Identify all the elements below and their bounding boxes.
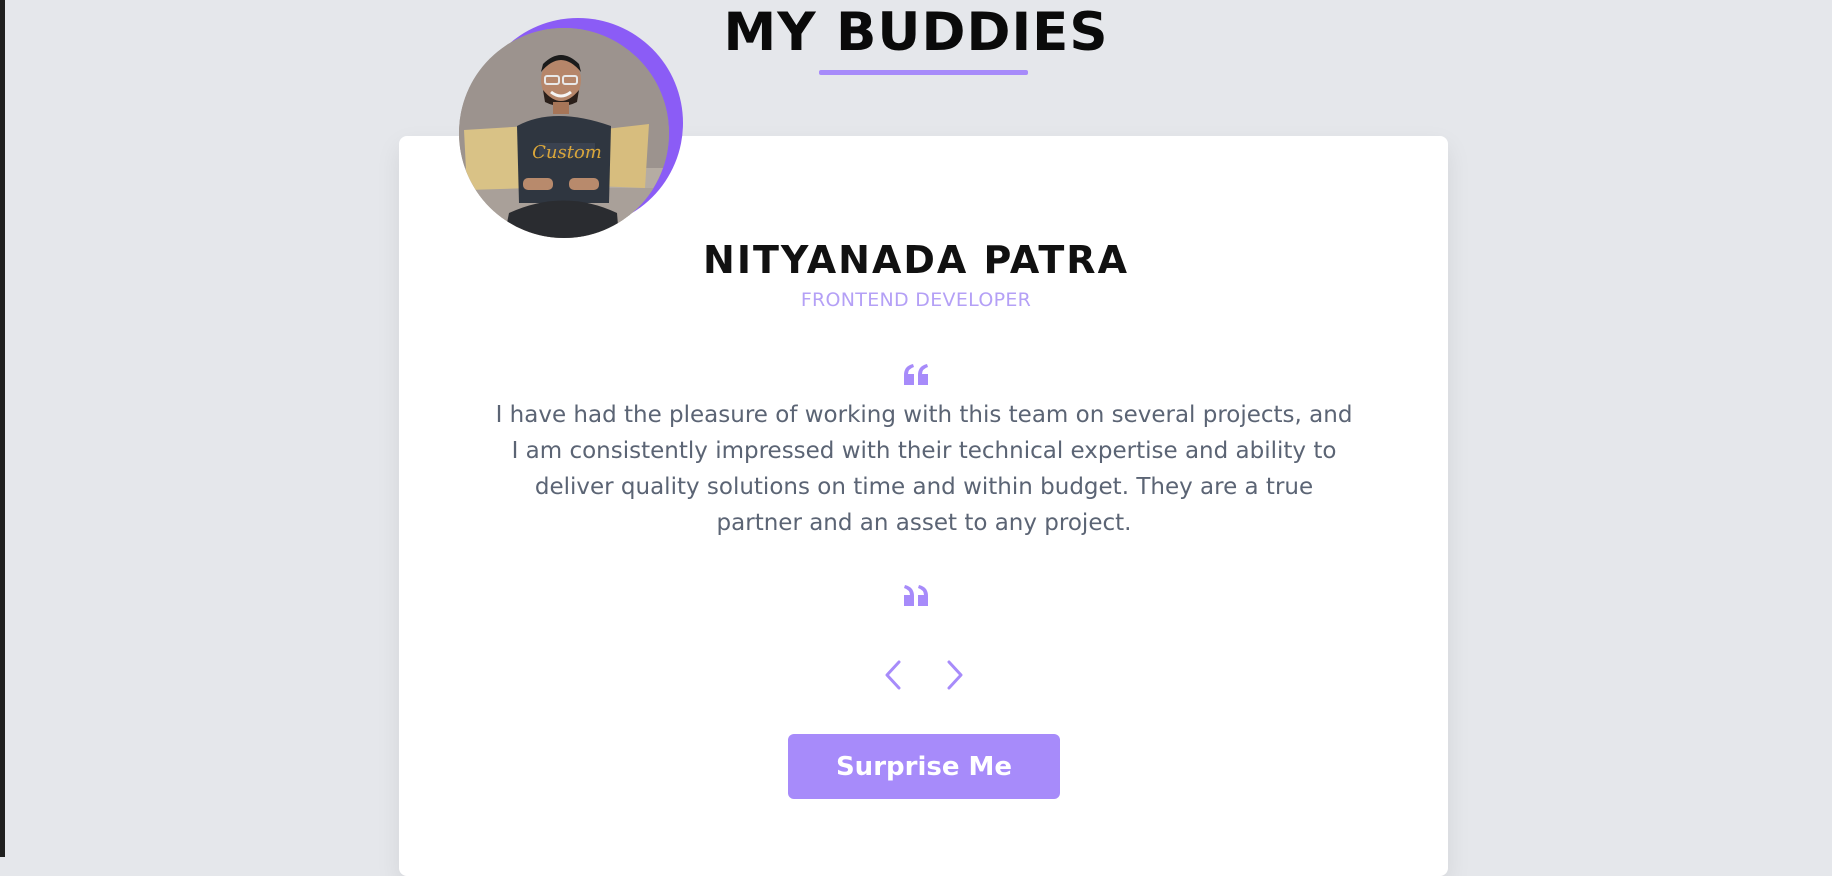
- buddy-name: NITYANADA PATRA: [703, 238, 1129, 282]
- surprise-me-button[interactable]: Surprise Me: [788, 734, 1060, 799]
- svg-text:Custom: Custom: [532, 142, 602, 163]
- previous-button[interactable]: [873, 655, 913, 695]
- title-underline: [819, 70, 1028, 75]
- page-title: MY BUDDIES: [723, 2, 1109, 63]
- avatar: Custom: [459, 28, 669, 238]
- quote-open-icon: [0, 340, 1832, 385]
- person-photo-icon: Custom: [459, 28, 669, 238]
- next-button[interactable]: [935, 655, 975, 695]
- buddy-role: FRONTEND DEVELOPER: [800, 289, 1032, 311]
- avatar-container: Custom: [459, 18, 684, 243]
- chevron-right-icon: [947, 660, 963, 690]
- quote-close-icon: [0, 561, 1832, 606]
- window-left-border: [0, 0, 5, 857]
- testimonial-text: I have had the pleasure of working with …: [495, 402, 1353, 536]
- chevron-left-icon: [885, 660, 901, 690]
